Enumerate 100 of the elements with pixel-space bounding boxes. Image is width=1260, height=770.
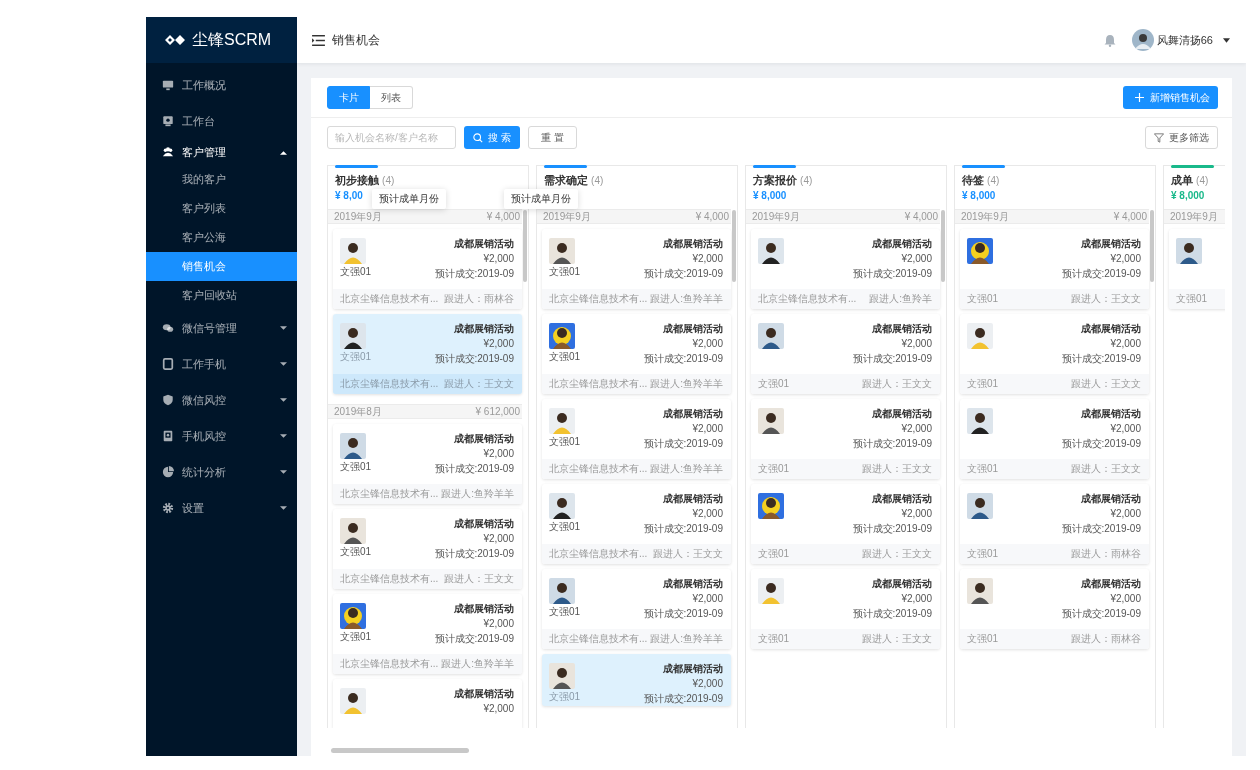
contact-name: 文强01: [340, 460, 372, 474]
opportunity-card[interactable]: 成都展销活动 ¥2,000 预计成交:2019-09 文强01 跟进人：王文文: [751, 484, 940, 564]
column-count: (4): [800, 175, 813, 186]
menu-item[interactable]: 工作手机: [146, 346, 297, 382]
opportunity-card[interactable]: 文强01 成都展销活动 ¥2,000 预计成交:2019-09: [542, 654, 731, 706]
menu-item[interactable]: 微信号管理: [146, 310, 297, 346]
opportunity-card[interactable]: 文强01 成都展销活动 ¥2,000 预计成交:2019-09 北京尘锋信息技术有... 跟进人:鱼羚羊羊: [542, 569, 731, 649]
menu-item[interactable]: 统计分析: [146, 454, 297, 490]
view-tab[interactable]: 列表: [370, 86, 413, 109]
opportunity-card[interactable]: 文强01 成都展销活动 ¥2,000 预计成交:2019-09 北京尘锋信息技术有... 跟进人:鱼羚羊羊: [542, 314, 731, 394]
card-amount: ¥2,000: [482, 252, 514, 266]
month-total: ¥ 4,000: [486, 210, 520, 223]
menu-item[interactable]: 客户列表: [146, 194, 297, 223]
opportunity-card[interactable]: 文强01 成都展销活动 ¥2,000 预计成交:2019-09 北京尘锋信息技术有... 跟进人:鱼羚羊羊: [333, 424, 522, 504]
expected-date: 预计成交:2019-09: [852, 522, 932, 536]
card-footer-text: 北京尘锋信息技术有...: [549, 377, 648, 391]
avatar: [549, 408, 575, 434]
avatar: [758, 238, 784, 264]
expected-date: 预计成交:2019-09: [1061, 607, 1141, 621]
menu-item[interactable]: 设置: [146, 490, 297, 526]
follower: 跟进人：王文文: [1071, 462, 1141, 476]
page-title: 销售机会: [332, 31, 380, 49]
menu-item[interactable]: 手机风控: [146, 418, 297, 454]
expected-date: 预计成交:2019-09: [852, 437, 932, 451]
opportunity-card[interactable]: 文强01 成都展销活动 ¥2,000 预计成交:2019-09 北京尘锋信息技术有... 跟进人：雨林谷: [333, 229, 522, 309]
contact-name: 文强01: [549, 520, 581, 534]
opportunity-card[interactable]: 成都展销活动 ¥2,000: [333, 679, 522, 728]
scrollbar-thumb[interactable]: [1150, 210, 1154, 282]
card-title: 成都展销活动: [453, 602, 514, 616]
follower: 跟进人：雨林谷: [1071, 547, 1141, 561]
scrollbar-thumb[interactable]: [523, 210, 527, 282]
opportunity-card[interactable]: 文强01 成都展销活动 ¥2,000 预计成交:2019-09 北京尘锋信息技术有... 跟进人:鱼羚羊羊: [542, 399, 731, 479]
card-amount: ¥2,000: [900, 252, 932, 266]
opportunity-card[interactable]: 成都展销活动 ¥2,000 预计成交:2019-09 文强01 跟进人：王文文: [960, 399, 1149, 479]
avatar: [1176, 238, 1202, 264]
opportunity-card[interactable]: 成都展销活动 ¥2,000 预计成交:2019-09 文强01 跟进人：王文文: [960, 229, 1149, 309]
follower: 跟进人：王文文: [444, 572, 514, 586]
plus-icon: [1135, 93, 1144, 102]
opportunity-card[interactable]: 文强01 成都展销活动 ¥2,000 预计成交:2019-09 北京尘锋信息技术有... 跟进人:鱼羚羊羊: [333, 594, 522, 674]
bell-icon[interactable]: [1103, 33, 1116, 47]
avatar[interactable]: [1131, 29, 1154, 51]
tooltip: 预计成单月份: [372, 189, 446, 209]
expected-date: 预计成交:2019-09: [434, 632, 514, 646]
card-footer-text: 文强01: [758, 377, 790, 391]
month-total: ¥ 612,000: [475, 405, 520, 418]
scrollbar-thumb[interactable]: [331, 748, 469, 753]
follower: 跟进人：雨林谷: [1071, 632, 1141, 646]
menu-item[interactable]: 客户管理: [146, 139, 297, 165]
menu-item[interactable]: 我的客户: [146, 165, 297, 194]
opportunity-card[interactable]: 成都展销活动 ¥2,000 预计成交:2019-09 文强01 跟进人：王文文: [751, 399, 940, 479]
menu-item[interactable]: 微信风控: [146, 382, 297, 418]
opportunity-card[interactable]: 成都展销活动 ¥2,000 预计成交:2019-09 文强01 跟进人：雨林谷: [960, 569, 1149, 649]
menu-icon[interactable]: [312, 34, 325, 46]
contact-name: 文强01: [340, 350, 372, 364]
scrollbar-thumb[interactable]: [941, 210, 945, 282]
opportunity-card[interactable]: 成都展销活动 ¥2,000 预计成交:2019-09 文强01 跟进人：雨林谷: [960, 484, 1149, 564]
avatar: [340, 238, 366, 264]
card-amount: ¥2,000: [900, 337, 932, 351]
user-name[interactable]: 风舞清扬66: [1156, 32, 1213, 48]
card-amount: ¥2,000: [1109, 337, 1141, 351]
opportunity-card[interactable]: 文强01 成都展销活动 ¥2,000 预计成交:2019-09 北京尘锋信息技术有... 跟进人：王文文: [333, 314, 522, 394]
column-title: 成单: [1171, 174, 1193, 186]
search-field[interactable]: 输入机会名称/客户名称: [327, 126, 456, 149]
contact-name: 文强01: [549, 690, 581, 704]
card-title: 成都展销活动: [871, 237, 932, 251]
opportunity-card[interactable]: 成都展销活动 ¥2,000 预计成交:2019-09 北京尘锋信息技术有... 跟进人:鱼羚羊: [751, 229, 940, 309]
card-footer-text: 文强01: [967, 547, 999, 561]
expected-date: 预计成交:2019-09: [1061, 437, 1141, 451]
column-amount: ¥ 8,000: [753, 190, 787, 201]
card-title: 成都展销活动: [662, 237, 723, 251]
opportunity-card[interactable]: 成都展销活动 ¥2,000 预计成交:2019-09 文强01 跟进人：王文文: [751, 314, 940, 394]
opportunity-card[interactable]: 文强01 成都展销活动 ¥2,000 预计成交:2019-09 北京尘锋信息技术有... 跟进人：王文文: [333, 509, 522, 589]
opportunity-card[interactable]: 文强01 成都展销活动 ¥2,000 预计成交:2019-09 北京尘锋信息技术有... 跟进人:鱼羚羊羊: [542, 229, 731, 309]
card-footer-text: 文强01: [967, 377, 999, 391]
caret-icon[interactable]: [1223, 37, 1230, 43]
card-footer-text: 北京尘锋信息技术有...: [340, 572, 439, 586]
tablet-icon: [162, 358, 174, 370]
card-footer-text: 北京尘锋信息技术有...: [340, 487, 439, 501]
month-total: ¥ 4,000: [904, 210, 938, 223]
card-amount: ¥2,000: [691, 677, 723, 691]
expected-date: 预计成交:2019-09: [1061, 522, 1141, 536]
card-footer-text: 北京尘锋信息技术有...: [549, 462, 648, 476]
menu-item[interactable]: 工作台: [146, 103, 297, 139]
month-label: 2019年9月: [334, 210, 382, 223]
more-filters-button[interactable]: 更多筛选: [1145, 126, 1218, 149]
card-footer-text: 文强01: [758, 547, 790, 561]
menu-item[interactable]: 工作概况: [146, 67, 297, 103]
scrollbar-thumb[interactable]: [732, 210, 736, 282]
menu-item[interactable]: 客户回收站: [146, 281, 297, 310]
opportunity-card[interactable]: 文强01 成都展销活动 ¥2,000 预计成交:2019-09 北京尘锋信息技术有... 跟进人：王文文: [542, 484, 731, 564]
menu-item[interactable]: 客户公海: [146, 223, 297, 252]
avatar: [549, 663, 575, 689]
expected-date: 预计成交:2019-09: [643, 437, 723, 451]
opportunity-card[interactable]: 成都展销活动 ¥2,000 预计成交:2019-09 文强01 跟进人：王文文: [751, 569, 940, 649]
follower: 跟进人：王文文: [862, 632, 932, 646]
follower: 跟进人：王文文: [444, 377, 514, 391]
reset-button[interactable]: 重 置: [528, 126, 577, 149]
follower: 跟进人:鱼羚羊羊: [650, 377, 723, 391]
card-footer-text: 文强01: [758, 462, 790, 476]
opportunity-card[interactable]: 成都展销活动 ¥2,000 预计成交:2019-09 文强01 跟进人：王文文: [960, 314, 1149, 394]
